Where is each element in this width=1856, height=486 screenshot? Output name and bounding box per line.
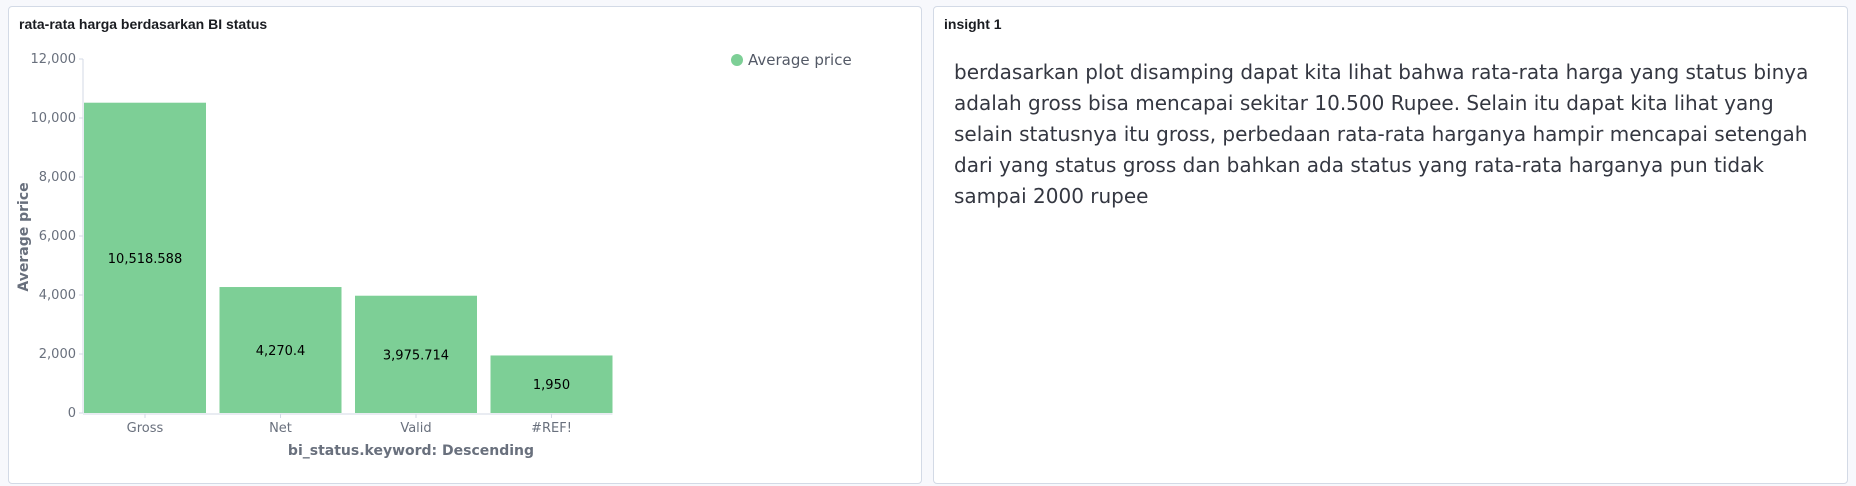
bars: 10,518.588 4,270.4 3,975.714 1,950 [84, 102, 613, 413]
bar-value-label: 4,270.4 [256, 344, 306, 359]
x-tick-label: #REF! [531, 421, 572, 436]
insight-panel: insight 1 berdasarkan plot disamping dap… [933, 6, 1848, 484]
x-axis-title: bi_status.keyword: Descending [288, 443, 534, 459]
x-tick-label: Gross [127, 421, 164, 436]
bar-value-label: 3,975.714 [383, 348, 449, 363]
bar-value-label: 1,950 [533, 378, 570, 393]
y-tick-label: 4,000 [39, 288, 76, 303]
y-tick-label: 6,000 [39, 229, 76, 244]
bar-value-label: 10,518.588 [108, 252, 182, 267]
y-tick-label: 0 [68, 406, 76, 421]
insight-text: berdasarkan plot disamping dapat kita li… [954, 60, 1809, 208]
y-tick-label: 2,000 [39, 347, 76, 362]
legend-label: Average price [748, 51, 852, 69]
chart-panel: rata-rata harga berdasarkan BI status 02… [8, 6, 922, 484]
y-tick-label: 10,000 [31, 111, 77, 126]
legend-swatch [731, 54, 743, 66]
y-tick-label: 8,000 [39, 170, 76, 185]
chart-legend[interactable]: Average price [731, 51, 852, 69]
insight-panel-title: insight 1 [944, 16, 1002, 32]
y-axis: 0 2,000 4,000 6,000 8,000 10,000 12,000 [31, 52, 84, 421]
x-axis: Gross Net Valid #REF! [83, 413, 613, 436]
x-tick-label: Valid [400, 421, 431, 436]
y-tick-label: 12,000 [31, 52, 77, 67]
y-axis-title: Average price [16, 182, 32, 291]
bar-chart: 0 2,000 4,000 6,000 8,000 10,000 12,000 Gross N… [16, 51, 852, 459]
x-tick-label: Net [269, 421, 292, 436]
